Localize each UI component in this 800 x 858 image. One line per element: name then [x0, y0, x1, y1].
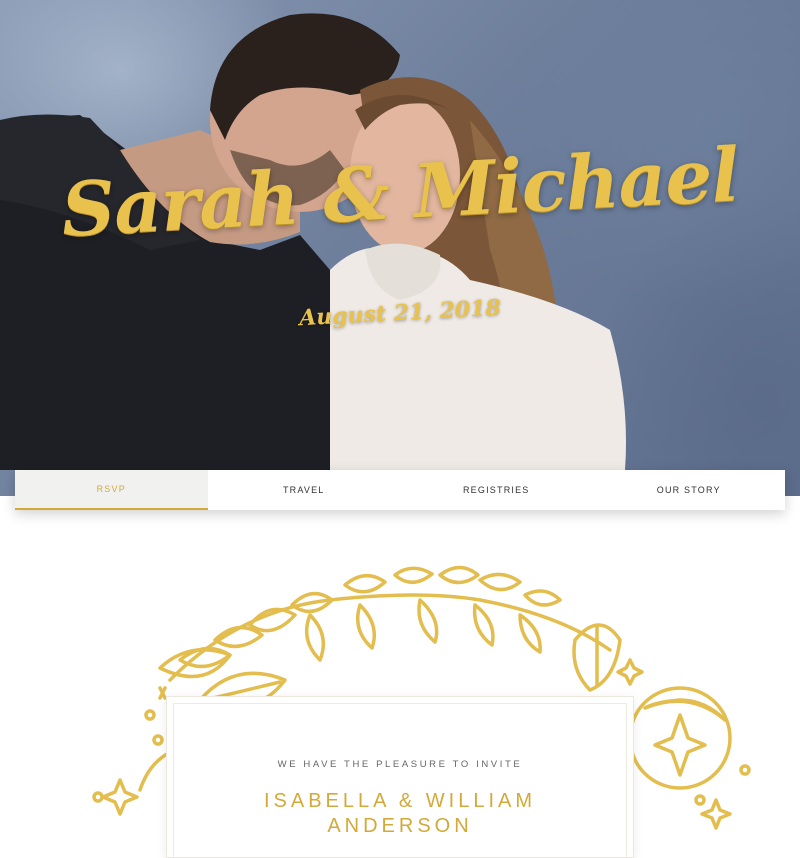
main-nav: RSVP TRAVEL REGISTRIES OUR STORY — [15, 470, 785, 510]
invitation-card: WE HAVE THE PLEASURE TO INVITE ISABELLA … — [166, 696, 634, 858]
nav-tab-travel[interactable]: TRAVEL — [208, 470, 401, 510]
invitee-name: ISABELLA & WILLIAM ANDERSON — [263, 790, 537, 837]
invitation-intro: WE HAVE THE PLEASURE TO INVITE — [277, 759, 523, 770]
nav-tab-registries[interactable]: REGISTRIES — [400, 470, 593, 510]
nav-tab-our-story[interactable]: OUR STORY — [593, 470, 786, 510]
hero-banner: Sarah & Michael August 21, 2018 — [0, 0, 800, 496]
nav-tab-rsvp[interactable]: RSVP — [15, 470, 208, 510]
